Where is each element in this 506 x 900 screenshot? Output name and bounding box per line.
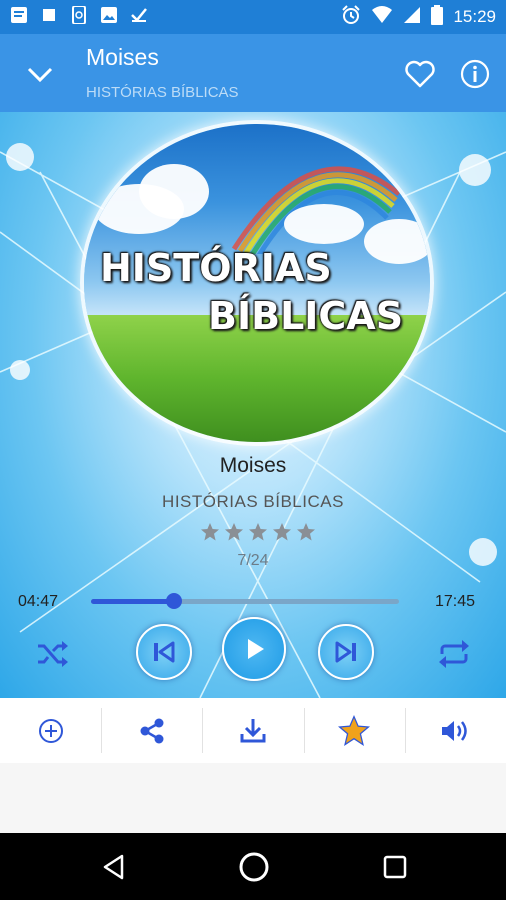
clock: 15:29 (453, 7, 496, 26)
wifi-icon (371, 6, 393, 28)
shuffle-icon (38, 641, 68, 667)
track-title: Moises (219, 454, 287, 477)
signal-icon (403, 6, 421, 28)
download-icon (240, 718, 266, 742)
message-icon (10, 6, 28, 24)
album-cover-art: HISTÓRIAS BÍBLICAS (80, 120, 434, 446)
empty-area (0, 763, 506, 833)
page-subtitle: HISTÓRIAS BÍBLICAS (86, 84, 239, 101)
play-button[interactable] (222, 617, 286, 681)
cover-title-line1: HISTÓRIAS (100, 246, 332, 290)
seek-bar[interactable] (91, 593, 399, 609)
next-icon (335, 641, 356, 663)
elapsed-time: 04:47 (18, 593, 59, 610)
track-artist: HISTÓRIAS BÍBLICAS (162, 492, 344, 511)
notification-icons (10, 6, 148, 24)
cover-title-line2: BÍBLICAS (208, 294, 404, 338)
repeat-button[interactable] (432, 632, 476, 676)
player-area: HISTÓRIAS BÍBLICAS Moises HISTÓRIAS BÍBL… (0, 112, 506, 698)
star-icon (338, 714, 371, 746)
volume-button[interactable] (404, 698, 506, 763)
repeat-icon (439, 640, 469, 668)
rating-star-icon[interactable] (248, 522, 268, 542)
system-nav-bar (0, 833, 506, 900)
info-icon[interactable] (459, 58, 491, 90)
battery-icon (431, 5, 444, 29)
recents-square-icon[interactable] (382, 854, 408, 884)
play-icon (248, 639, 264, 659)
total-duration: 17:45 (435, 593, 476, 610)
rating-star-icon[interactable] (296, 522, 316, 542)
back-triangle-icon[interactable] (100, 853, 128, 885)
image-icon (100, 6, 118, 24)
favorite-heart-icon[interactable] (404, 58, 436, 90)
app-bar: Moises HISTÓRIAS BÍBLICAS (0, 34, 506, 112)
shuffle-button[interactable] (30, 632, 74, 676)
track-position: 7/24 (237, 552, 269, 569)
favorite-star-button[interactable] (303, 698, 405, 763)
rating-star-icon[interactable] (224, 522, 244, 542)
share-button[interactable] (101, 698, 202, 763)
page-title: Moises (86, 44, 159, 70)
home-circle-icon[interactable] (237, 850, 271, 888)
collapse-chevron-down-icon[interactable] (22, 56, 58, 92)
rating-stars[interactable] (200, 522, 316, 542)
previous-button[interactable] (136, 624, 192, 680)
share-icon (140, 718, 164, 743)
rating-star-icon[interactable] (200, 522, 220, 542)
add-to-playlist-button[interactable] (0, 698, 101, 763)
status-bar: 15:29 (0, 0, 506, 34)
previous-icon (154, 641, 175, 663)
alarm-icon (341, 5, 361, 29)
task-check-icon (130, 6, 148, 24)
seek-progress (91, 599, 175, 604)
next-button[interactable] (318, 624, 374, 680)
action-bar (0, 698, 506, 763)
square-icon (40, 6, 58, 24)
volume-icon (442, 720, 468, 741)
download-button[interactable] (202, 698, 303, 763)
phone-sync-icon (70, 6, 88, 24)
add-circle-icon (38, 718, 63, 743)
rating-star-icon[interactable] (272, 522, 292, 542)
